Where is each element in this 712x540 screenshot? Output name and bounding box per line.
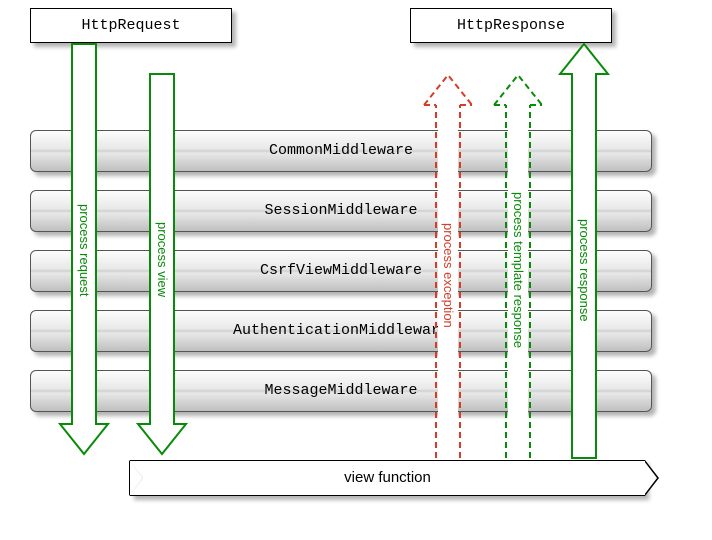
process-response-label: process response [577,170,592,370]
middleware-bar: CommonMiddleware [30,130,652,172]
middleware-bar: MessageMiddleware [30,370,652,412]
view-function-label: view function [344,469,431,486]
view-function-box: view function [130,460,645,496]
middleware-bar: SessionMiddleware [30,190,652,232]
process-request-label: process request [77,150,92,350]
http-request-box: HttpRequest [30,8,232,43]
middleware-diagram: HttpRequest HttpResponse CommonMiddlewar… [0,0,712,540]
http-response-box: HttpResponse [410,8,612,43]
process-template-response-label: process template response [511,130,526,410]
middleware-bar: CsrfViewMiddleware [30,250,652,292]
process-exception-label: process exception [441,170,456,380]
middleware-bar: AuthenticationMiddleware [30,310,652,352]
process-view-label: process view [155,170,170,350]
